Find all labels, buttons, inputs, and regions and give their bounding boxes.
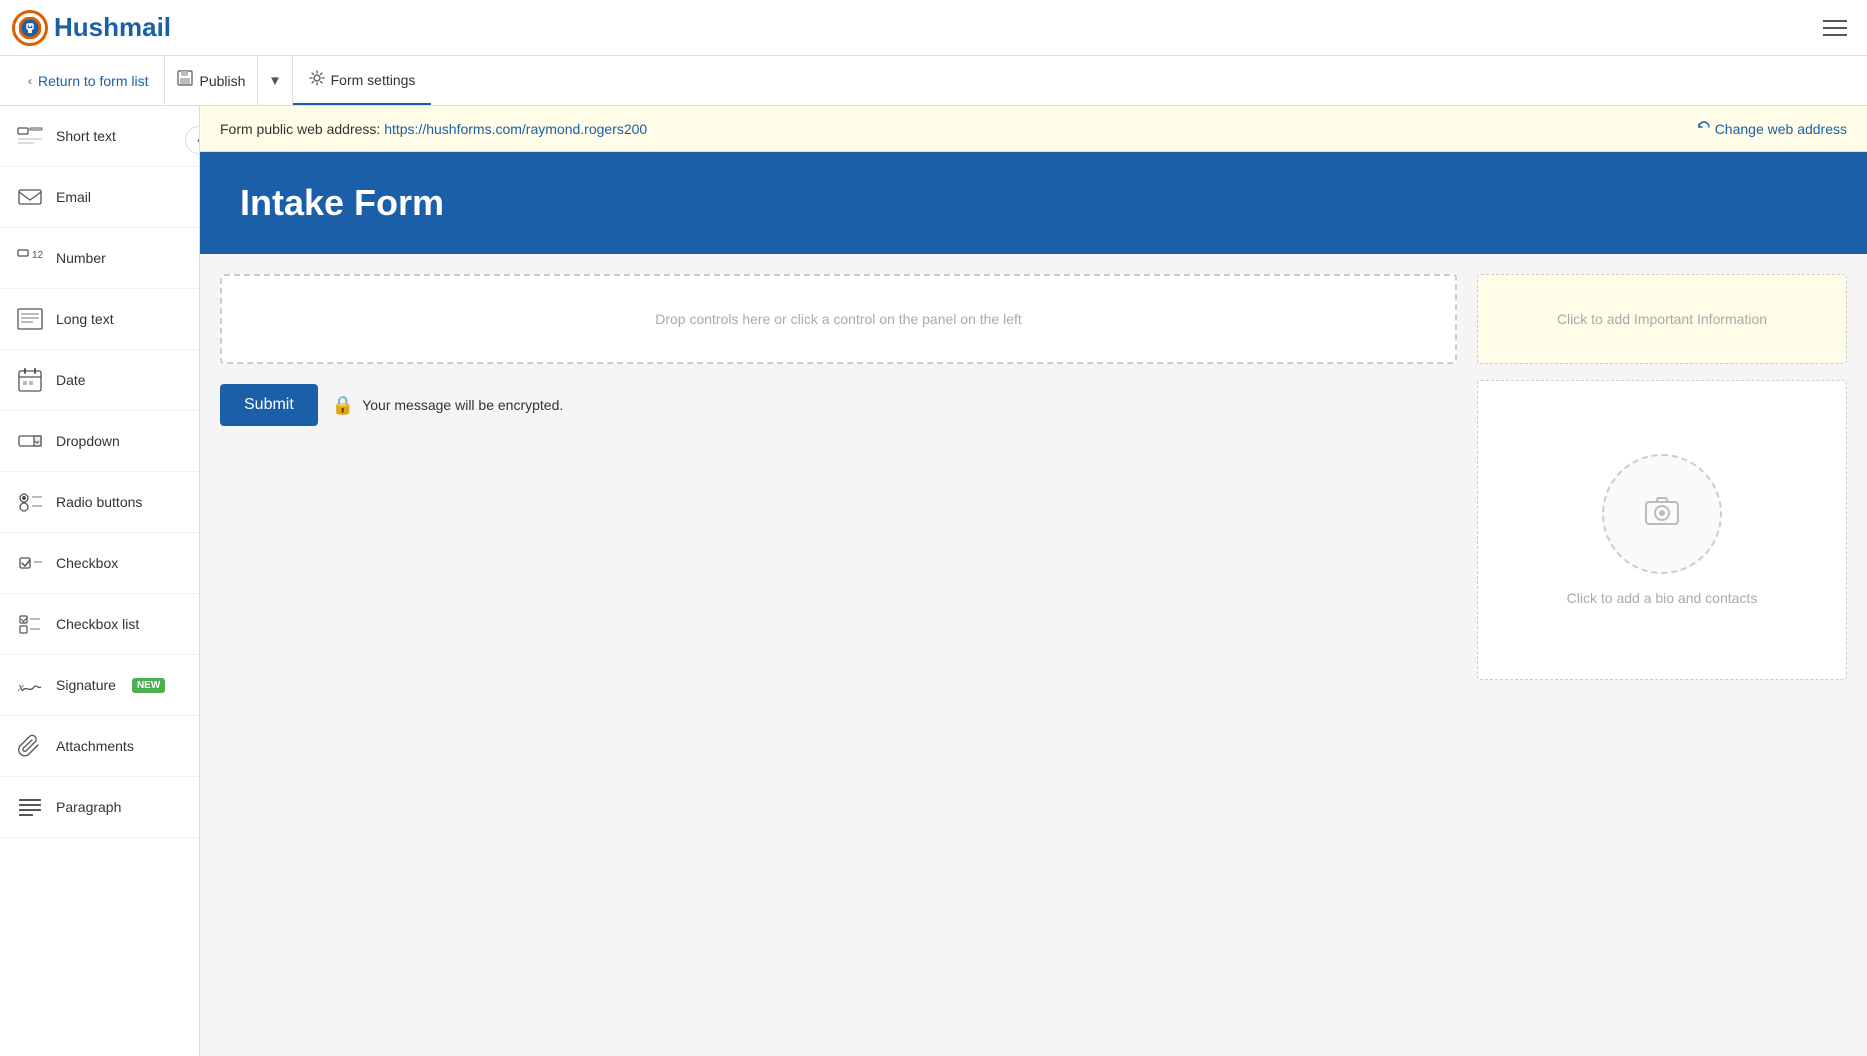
sidebar-item-long-text-label: Long text [56,311,114,327]
form-title: Intake Form [240,182,1827,224]
sidebar-item-radio-buttons-label: Radio buttons [56,494,142,510]
sidebar-item-radio-buttons[interactable]: Radio buttons [0,472,199,533]
sidebar-item-checkbox-list[interactable]: Checkbox list [0,594,199,655]
sidebar-item-checkbox-list-label: Checkbox list [56,616,139,632]
sidebar-item-attachments-label: Attachments [56,738,134,754]
action-bar: ‹ Return to form list Publish ▼ Form set… [0,56,1867,106]
address-label: Form public web address: [220,121,380,137]
main-layout: ‹ Short text Email [0,106,1867,1056]
attachments-icon [16,732,44,760]
info-panel-text: Click to add Important Information [1557,311,1767,327]
sidebar-item-short-text-label: Short text [56,128,116,144]
number-icon: 12 [16,244,44,272]
publish-group: Publish ▼ [165,56,292,105]
checkbox-icon [16,549,44,577]
form-header: Intake Form [200,152,1867,254]
content-area: Form public web address: https://hushfor… [200,106,1867,1056]
sidebar-item-paragraph-label: Paragraph [56,799,121,815]
publish-label: Publish [199,73,245,89]
return-label: Return to form list [38,73,148,89]
form-main: Drop controls here or click a control on… [220,274,1457,680]
camera-circle [1602,454,1722,574]
sidebar-item-checkbox[interactable]: Checkbox [0,533,199,594]
lock-icon: 🔒 [332,395,354,416]
email-icon [16,183,44,211]
refresh-icon [1697,120,1711,137]
logo-icon [12,10,48,46]
info-panel[interactable]: Click to add Important Information [1477,274,1847,364]
sidebar: ‹ Short text Email [0,106,200,1056]
radio-buttons-icon [16,488,44,516]
gear-icon [309,70,325,89]
sidebar-item-date-label: Date [56,372,86,388]
encrypted-text: Your message will be encrypted. [362,397,563,413]
signature-new-badge: NEW [132,678,165,693]
address-bar: Form public web address: https://hushfor… [200,106,1867,152]
return-to-form-list-button[interactable]: ‹ Return to form list [12,56,165,105]
change-web-address-button[interactable]: Change web address [1697,120,1847,137]
long-text-icon [16,305,44,333]
submit-button[interactable]: Submit [220,384,318,426]
sidebar-item-email-label: Email [56,189,91,205]
sidebar-item-number[interactable]: 12 Number [0,228,199,289]
sidebar-item-short-text[interactable]: Short text [0,106,199,167]
sidebar-item-number-label: Number [56,250,106,266]
sidebar-item-long-text[interactable]: Long text [0,289,199,350]
form-body: Drop controls here or click a control on… [200,254,1867,700]
hamburger-line-3 [1823,34,1847,36]
sidebar-item-dropdown-label: Dropdown [56,433,120,449]
address-bar-left: Form public web address: https://hushfor… [220,121,647,137]
date-icon [16,366,44,394]
back-chevron-icon: ‹ [28,74,32,88]
top-bar: Hushmail [0,0,1867,56]
logo-text: Hushmail [54,12,171,43]
hamburger-line-2 [1823,27,1847,29]
logo: Hushmail [12,10,171,46]
form-right: Click to add Important Information [1477,274,1847,680]
checkbox-list-icon [16,610,44,638]
change-address-label: Change web address [1715,121,1847,137]
sidebar-item-checkbox-label: Checkbox [56,555,118,571]
paragraph-icon [16,793,44,821]
svg-text:x: x [17,679,24,694]
dropdown-icon [16,427,44,455]
publish-button[interactable]: Publish [165,56,257,105]
sidebar-item-dropdown[interactable]: Dropdown [0,411,199,472]
bio-panel[interactable]: Click to add a bio and contacts [1477,380,1847,680]
sidebar-item-date[interactable]: Date [0,350,199,411]
submit-row: Submit 🔒 Your message will be encrypted. [220,384,1457,426]
signature-icon: x [16,671,44,699]
dropdown-chevron-icon: ▼ [268,73,281,88]
sidebar-item-signature-label: Signature [56,677,116,693]
short-text-icon [16,122,44,150]
sidebar-item-signature[interactable]: x Signature NEW [0,655,199,716]
address-link[interactable]: https://hushforms.com/raymond.rogers200 [384,121,647,137]
hamburger-line-1 [1823,20,1847,22]
form-settings-button[interactable]: Form settings [293,56,432,105]
form-area: Intake Form Drop controls here or click … [200,152,1867,700]
sidebar-item-attachments[interactable]: Attachments [0,716,199,777]
hamburger-menu-button[interactable] [1815,12,1855,44]
publish-dropdown-button[interactable]: ▼ [257,56,291,105]
sidebar-item-paragraph[interactable]: Paragraph [0,777,199,838]
encrypted-message: 🔒 Your message will be encrypted. [332,395,563,416]
floppy-icon [177,70,193,91]
form-settings-label: Form settings [331,72,416,88]
svg-text:12: 12 [32,250,44,261]
camera-icon [1642,490,1682,539]
drop-zone-text: Drop controls here or click a control on… [655,311,1022,327]
drop-zone[interactable]: Drop controls here or click a control on… [220,274,1457,364]
sidebar-item-email[interactable]: Email [0,167,199,228]
bio-panel-text: Click to add a bio and contacts [1567,590,1758,606]
